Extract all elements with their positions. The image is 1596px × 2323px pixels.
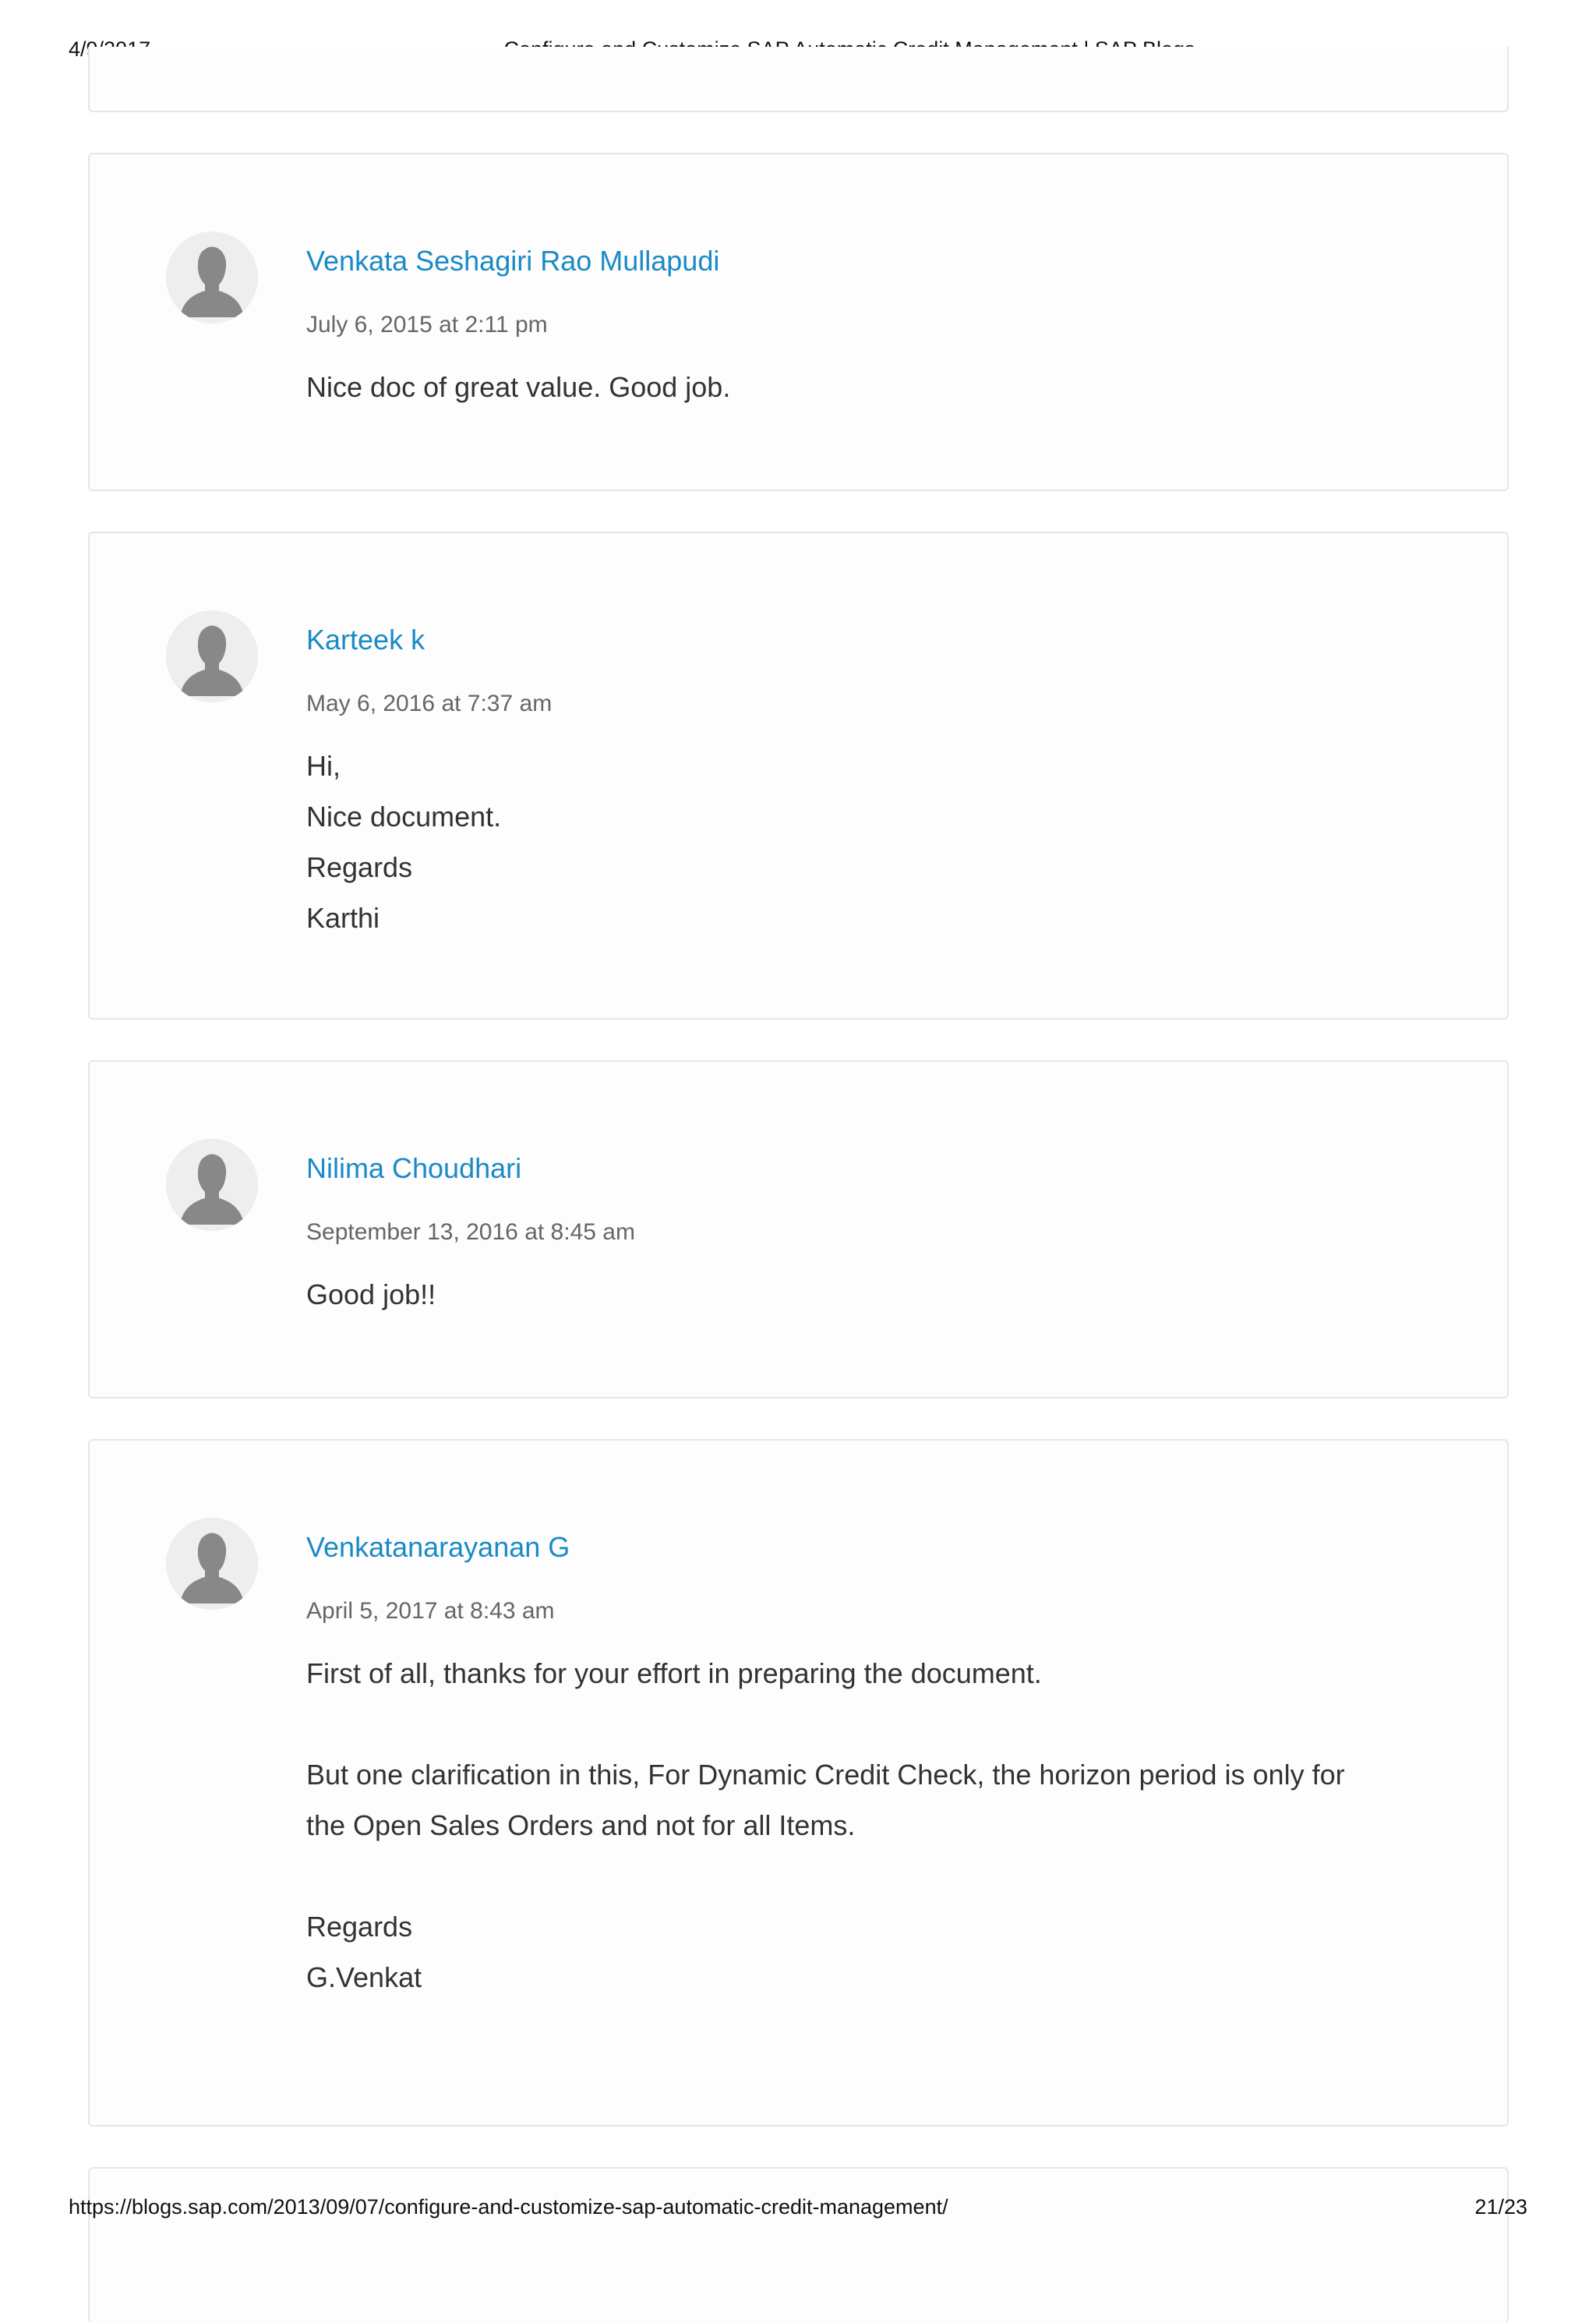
comment-line: Nice doc of great value. Good job. [306,371,731,403]
comment-line: Nice document. [306,801,502,833]
avatar [166,1518,258,1610]
comment-timestamp: April 5, 2017 at 8:43 am [306,1598,555,1624]
avatar [166,1139,258,1231]
comment-author-link[interactable]: Karteek k [306,624,425,656]
avatar [166,232,258,324]
comment-line: Karthi [306,902,380,934]
default-user-avatar-icon [166,1518,258,1610]
comment-line: G.Venkat [306,1961,422,1993]
comment-timestamp: May 6, 2016 at 7:37 am [306,691,553,716]
comment-author-link[interactable]: Venkatanarayanan G [306,1531,570,1564]
print-footer: https://blogs.sap.com/2013/09/07/configu… [0,2195,1596,2223]
comment-body: Good job!! [306,1269,1436,1320]
comment-card: Karteek k May 6, 2016 at 7:37 am Hi, Nic… [88,532,1509,1020]
previous-comment-card [88,47,1509,112]
comment-line: Regards [306,851,413,883]
comment-card: Venkata Seshagiri Rao Mullapudi July 6, … [88,153,1509,491]
comment-card: Venkatanarayanan G April 5, 2017 at 8:43… [88,1439,1509,2127]
comment-body: Hi, Nice document. Regards Karthi [306,741,1436,943]
next-comment-card [88,2167,1509,2323]
print-page-number: 21/23 [1474,2195,1527,2219]
comment-line: Hi, [306,750,341,782]
default-user-avatar-icon [166,1139,258,1231]
avatar [166,610,258,702]
comment-body: First of all, thanks for your effort in … [306,1648,1436,2003]
default-user-avatar-icon [166,232,258,324]
comment-author-link[interactable]: Nilima Choudhari [306,1152,521,1185]
comment-line: But one clarification in this, For Dynam… [306,1759,1345,1791]
comment-line: Regards [306,1911,413,1943]
comment-line: First of all, thanks for your effort in … [306,1657,1042,1689]
comment-line: the Open Sales Orders and not for all It… [306,1809,856,1841]
comment-timestamp: September 13, 2016 at 8:45 am [306,1219,635,1245]
comment-body: Nice doc of great value. Good job. [306,362,1436,412]
comment-card: Nilima Choudhari September 13, 2016 at 8… [88,1060,1509,1398]
comment-line: Good job!! [306,1278,436,1310]
print-url: https://blogs.sap.com/2013/09/07/configu… [69,2195,948,2219]
comment-author-link[interactable]: Venkata Seshagiri Rao Mullapudi [306,245,719,278]
default-user-avatar-icon [166,610,258,702]
comment-timestamp: July 6, 2015 at 2:11 pm [306,312,548,338]
